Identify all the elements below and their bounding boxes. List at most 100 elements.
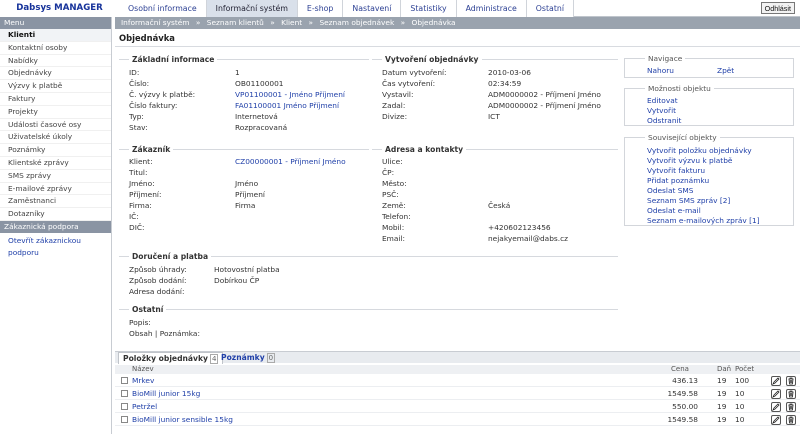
sidebar-item-sms-zpravy[interactable]: SMS zprávy bbox=[0, 170, 111, 183]
sms-list-link[interactable]: Seznam SMS zpráv [2] bbox=[625, 196, 793, 206]
header-price: Cena bbox=[671, 365, 689, 373]
firstname-label: Jméno: bbox=[129, 179, 155, 188]
state-label: Stav: bbox=[129, 123, 148, 132]
delivery-section: Doručení a platba Způsob úhrady: Hotovost… bbox=[119, 252, 618, 300]
invoice-link[interactable]: FA01100001 Jméno Příjmení bbox=[235, 100, 339, 111]
trash-icon[interactable] bbox=[786, 402, 796, 412]
title-divider bbox=[115, 46, 800, 47]
item-qty: 10 bbox=[735, 415, 745, 424]
item-name-link[interactable]: BioMill junior 15kg bbox=[132, 388, 200, 400]
create-invoice-link[interactable]: Vytvořit fakturu bbox=[625, 166, 793, 176]
sidebar-item-poznamky[interactable]: Poznámky bbox=[0, 144, 111, 157]
sidebar-item-nabidky[interactable]: Nabídky bbox=[0, 55, 111, 68]
create-order-item-link[interactable]: Vytvořit položku objednávky bbox=[625, 146, 793, 156]
item-price: 550.00 bbox=[672, 402, 698, 411]
issuer-label: Vystavil: bbox=[382, 90, 414, 99]
navigation-legend: Navigace bbox=[645, 54, 686, 63]
item-vat: 19 bbox=[717, 402, 727, 411]
item-name-link[interactable]: BioMill junior sensible 15kg bbox=[132, 414, 233, 426]
sidebar-item-kontaktni-osoby[interactable]: Kontaktní osoby bbox=[0, 42, 111, 55]
item-qty: 10 bbox=[735, 389, 745, 398]
row-checkbox[interactable] bbox=[121, 390, 128, 397]
item-price: 436.13 bbox=[672, 376, 698, 385]
email-list-link[interactable]: Seznam e-mailových zpráv [1] bbox=[625, 216, 793, 226]
client-link[interactable]: CZ00000001 - Příjmení Jméno bbox=[235, 156, 346, 167]
customer-section: Zákazník Klient: CZ00000001 - Příjmení Jm… bbox=[119, 145, 369, 239]
payment-method-label: Způsob úhrady: bbox=[129, 265, 187, 274]
trash-icon[interactable] bbox=[786, 389, 796, 399]
row-checkbox[interactable] bbox=[121, 403, 128, 410]
delivery-address-label: Adresa dodání: bbox=[129, 287, 185, 296]
edit-icon[interactable] bbox=[771, 415, 781, 425]
firstname-value: Jméno bbox=[235, 179, 259, 188]
open-support-link[interactable]: Otevřít zákaznickou podporu bbox=[0, 235, 111, 259]
nav-back-link[interactable]: Zpět bbox=[695, 66, 734, 76]
type-label: Typ: bbox=[129, 112, 144, 121]
content-note-label: Obsah | Poznámka: bbox=[129, 329, 200, 338]
edit-icon[interactable] bbox=[771, 389, 781, 399]
dic-label: DIČ: bbox=[129, 223, 145, 232]
shipping-method-value: Dobírkou ČP bbox=[214, 276, 260, 285]
sidebar-item-projekty[interactable]: Projekty bbox=[0, 106, 111, 119]
city-label: Město: bbox=[382, 179, 407, 188]
remove-link[interactable]: Odstranit bbox=[625, 116, 793, 126]
cp-label: ČP: bbox=[382, 168, 395, 177]
row-checkbox[interactable] bbox=[121, 416, 128, 423]
tab-notes[interactable]: Poznámky 0 bbox=[217, 352, 279, 364]
breadcrumb-item-seznam-objednavek[interactable]: Seznam objednávek bbox=[319, 18, 394, 27]
breadcrumb-separator: » bbox=[195, 18, 201, 27]
edit-icon[interactable] bbox=[771, 402, 781, 412]
company-value: Firma bbox=[235, 201, 256, 210]
breadcrumb-item-klient[interactable]: Klient bbox=[281, 18, 302, 27]
tab-e-shop[interactable]: E-shop bbox=[298, 0, 344, 17]
trash-icon[interactable] bbox=[786, 415, 796, 425]
sidebar-item-klientske-zpravy[interactable]: Klientské zprávy bbox=[0, 157, 111, 170]
sidebar-item-uzivatelske-ukoly[interactable]: Uživatelské úkoly bbox=[0, 131, 111, 145]
tab-order-items-label: Položky objednávky bbox=[123, 354, 208, 363]
sidebar-item-e-mailove-zpravy[interactable]: E-mailové zprávy bbox=[0, 183, 111, 196]
created-legend: Vytvoření objednávky bbox=[382, 55, 482, 64]
edit-link[interactable]: Editovat bbox=[625, 96, 793, 106]
email-value: nejakyemail@dabs.cz bbox=[488, 234, 569, 243]
item-name-link[interactable]: Petržel bbox=[132, 401, 157, 413]
sidebar-item-faktury[interactable]: Faktury bbox=[0, 93, 111, 106]
lastname-value: Příjmení bbox=[235, 190, 265, 199]
breadcrumb-item-seznam-klientu[interactable]: Seznam klientů bbox=[207, 18, 264, 27]
create-payment-request-link[interactable]: Vytvořit výzvu k platbě bbox=[625, 156, 793, 166]
sidebar-menu-heading: Menu bbox=[0, 17, 111, 29]
notes-count-badge: 0 bbox=[266, 353, 276, 363]
sidebar: Menu Klienti Kontaktní osoby Nabídky Obj… bbox=[0, 17, 112, 434]
create-link[interactable]: Vytvořit bbox=[625, 106, 793, 116]
tab-statistiky[interactable]: Statistiky bbox=[401, 0, 457, 17]
tab-administrace[interactable]: Administrace bbox=[457, 0, 527, 17]
number-label: Číslo: bbox=[129, 79, 150, 88]
send-sms-link[interactable]: Odeslat SMS bbox=[625, 186, 793, 196]
sidebar-item-vyzvy-k-platbe[interactable]: Výzvy k platbě bbox=[0, 80, 111, 93]
item-name-link[interactable]: Mrkev bbox=[132, 375, 154, 387]
date-label: Datum vytvoření: bbox=[382, 68, 447, 77]
tab-osobni-informace[interactable]: Osobní informace bbox=[119, 0, 207, 17]
logout-button[interactable]: Odhlásit bbox=[760, 2, 795, 14]
sidebar-item-dotazniky[interactable]: Dotazníky bbox=[0, 208, 111, 221]
breadcrumb-item-informacni-system[interactable]: Informační systém bbox=[121, 18, 190, 27]
items-tab-bar: Položky objednávky 4 Poznámky 0 bbox=[115, 351, 800, 364]
tab-nastaveni[interactable]: Nastavení bbox=[343, 0, 402, 17]
send-email-link[interactable]: Odeslat e-mail bbox=[625, 206, 793, 216]
sidebar-item-udalosti-casove-osy[interactable]: Události časové osy bbox=[0, 119, 111, 132]
row-checkbox[interactable] bbox=[121, 377, 128, 384]
sidebar-item-klienti[interactable]: Klienti bbox=[0, 29, 111, 42]
tab-order-items[interactable]: Položky objednávky 4 bbox=[118, 352, 224, 364]
id-label: ID: bbox=[129, 68, 140, 77]
entered-label: Zadal: bbox=[382, 101, 406, 110]
nav-up-link[interactable]: Nahoru bbox=[625, 66, 674, 76]
trash-icon[interactable] bbox=[786, 376, 796, 386]
payment-request-link[interactable]: VP01100001 - Jméno Příjmení bbox=[235, 89, 345, 100]
ic-label: IČ: bbox=[129, 212, 139, 221]
tab-ostatni[interactable]: Ostatní bbox=[527, 0, 574, 17]
header-qty: Počet bbox=[735, 365, 755, 373]
tab-informacni-system[interactable]: Informační systém bbox=[206, 0, 298, 17]
edit-icon[interactable] bbox=[771, 376, 781, 386]
sidebar-item-zamestnanci[interactable]: Zaměstnanci bbox=[0, 195, 111, 209]
add-note-link[interactable]: Přidat poznámku bbox=[625, 176, 793, 186]
sidebar-item-objednavky[interactable]: Objednávky bbox=[0, 67, 111, 81]
